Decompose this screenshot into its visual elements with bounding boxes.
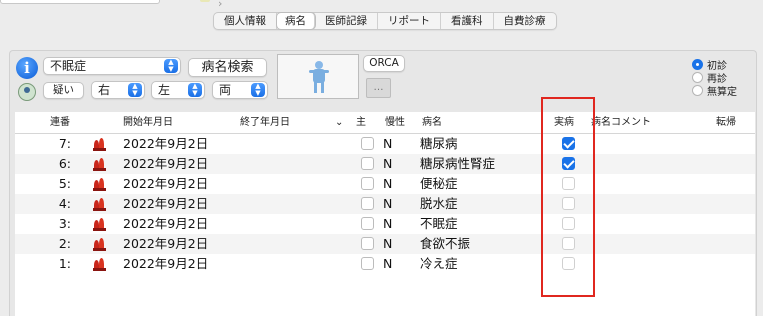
tab-nursing[interactable]: 看護科 [441,13,494,29]
side-select-value: 右 [98,83,111,97]
orca-button[interactable]: ORCA [363,55,405,72]
fire-icon [93,198,107,211]
body-diagram[interactable] [277,54,359,99]
disease-select-value: 不眠症 [50,59,87,73]
tab-self-pay[interactable]: 自費診療 [494,13,556,29]
row-disease-name: 糖尿病性腎症 [420,156,496,171]
orca-sub-button[interactable]: … [366,78,391,98]
row-start-date: 2022年9月2日 [123,236,209,251]
main-checkbox[interactable] [361,177,374,190]
col-main[interactable]: 主 [356,112,366,134]
fire-icon [93,218,107,231]
table-row[interactable]: 1: 2022年9月2日 N 冷え症 [15,254,755,274]
chevron-right-icon: › [218,0,223,10]
col-comment[interactable]: 病名コメント [591,112,651,134]
visit-type-group: 初診 再診 無算定 [692,58,737,98]
position-select-value: 左 [158,83,171,97]
radio-no-charge[interactable]: 無算定 [692,84,737,98]
person-icon[interactable] [18,83,36,101]
row-chronic: N [383,216,393,231]
position-select[interactable]: 左 ▲ ▼ [151,81,205,99]
row-disease-name: 糖尿病 [420,136,458,151]
fire-icon [93,258,107,271]
table-row[interactable]: 2: 2022年9月2日 N 食欲不振 [15,234,755,254]
row-seq: 3: [58,216,71,231]
row-chronic: N [383,156,393,171]
stepper-icon: ▲ ▼ [128,83,142,97]
main-checkbox[interactable] [361,137,374,150]
row-chronic: N [383,176,393,191]
disease-table: 連番 開始年月日 終了年月日 ⌄ 主 慢性 病名 実病 病名コメント 転帰 7:… [15,112,755,316]
fire-icon [93,178,107,191]
main-checkbox[interactable] [361,157,374,170]
main-checkbox[interactable] [361,197,374,210]
disease-select[interactable]: 不眠症 ▲ ▼ [43,57,181,75]
tab-report[interactable]: リポート [378,13,441,29]
row-chronic: N [383,136,393,151]
table-header: 連番 開始年月日 終了年月日 ⌄ 主 慢性 病名 実病 病名コメント 転帰 [15,112,755,134]
ellipsis-icon: … [373,82,384,93]
marker-icon [200,0,210,2]
table-row[interactable]: 3: 2022年9月2日 N 不眠症 [15,214,755,234]
stepper-icon: ▲ ▼ [164,59,178,73]
col-chronic[interactable]: 慢性 [385,112,405,134]
table-row[interactable]: 4: 2022年9月2日 N 脱水症 [15,194,755,214]
row-disease-name: 食欲不振 [420,236,471,251]
top-field [0,0,160,4]
disease-search-button[interactable]: 病名検索 [188,58,267,77]
row-chronic: N [383,236,393,251]
col-outcome[interactable]: 転帰 [716,112,736,134]
row-seq: 5: [58,176,71,191]
row-start-date: 2022年9月2日 [123,196,209,211]
fire-icon [93,238,107,251]
row-seq: 4: [58,196,71,211]
row-start-date: 2022年9月2日 [123,176,209,191]
both-select-value: 両 [219,83,232,97]
sort-chevron-icon[interactable]: ⌄ [335,112,343,134]
table-row[interactable]: 7: 2022年9月2日 N 糖尿病 [15,134,755,154]
main-checkbox[interactable] [361,257,374,270]
row-start-date: 2022年9月2日 [123,156,209,171]
row-seq: 6: [58,156,71,171]
side-select[interactable]: 右 ▲ ▼ [91,81,145,99]
col-seq[interactable]: 連番 [50,112,70,134]
row-chronic: N [383,196,393,211]
fire-icon [93,158,107,171]
empty-row [15,274,755,294]
row-start-date: 2022年9月2日 [123,136,209,151]
stepper-icon: ▲ ▼ [188,83,202,97]
row-seq: 7: [58,136,71,151]
row-seq: 2: [58,236,71,251]
row-seq: 1: [58,256,71,271]
main-checkbox[interactable] [361,217,374,230]
col-start-date[interactable]: 開始年月日 [123,112,173,134]
tab-personal-info[interactable]: 個人情報 [214,13,277,29]
fire-icon [93,138,107,151]
table-row[interactable]: 5: 2022年9月2日 N 便秘症 [15,174,755,194]
row-disease-name: 便秘症 [420,176,458,191]
tab-bar: 個人情報 病名 医師記録 リポート 看護科 自費診療 [213,12,557,30]
row-chronic: N [383,256,393,271]
tab-disease[interactable]: 病名 [277,13,315,29]
row-disease-name: 不眠症 [420,216,458,231]
body-figure-icon [309,61,329,93]
row-disease-name: 冷え症 [420,256,458,271]
radio-label: 無算定 [707,87,737,98]
table-row[interactable]: 6: 2022年9月2日 N 糖尿病性腎症 [15,154,755,174]
col-end-date[interactable]: 終了年月日 [240,112,290,134]
tab-medical-record[interactable]: 医師記録 [315,13,378,29]
actual-column-highlight [541,97,595,297]
col-disease-name[interactable]: 病名 [422,112,442,134]
row-start-date: 2022年9月2日 [123,256,209,271]
both-select[interactable]: 両 ▲ ▼ [212,81,268,99]
row-start-date: 2022年9月2日 [123,216,209,231]
row-disease-name: 脱水症 [420,196,458,211]
main-checkbox[interactable] [361,237,374,250]
info-icon[interactable]: i [16,57,38,79]
suspect-button[interactable]: 疑い [43,82,84,99]
stepper-icon: ▲ ▼ [251,83,265,97]
